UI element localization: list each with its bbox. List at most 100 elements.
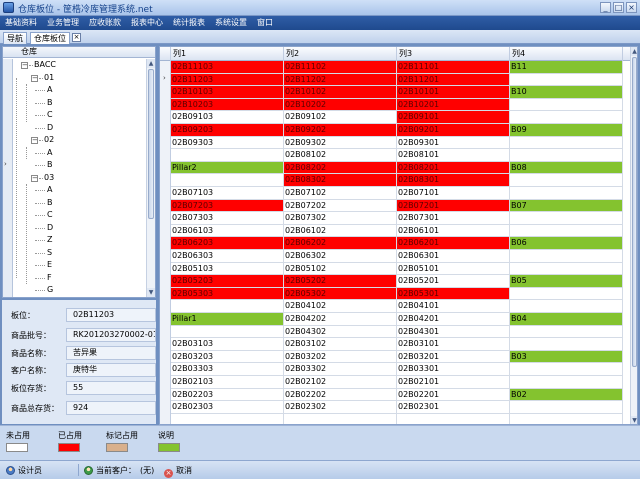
scroll-up-icon[interactable]: ▲ (147, 59, 155, 68)
slot-cell[interactable]: B04 (510, 313, 623, 326)
slot-cell[interactable]: 02B09202 (284, 124, 397, 137)
slot-cell[interactable]: 02B06102 (284, 224, 397, 238)
slot-cell[interactable]: 02B10202 (284, 98, 397, 112)
slot-cell[interactable]: 02B06302 (284, 250, 397, 263)
slot-cell[interactable]: B09 (510, 124, 623, 137)
slot-cell[interactable]: 02B08301 (397, 174, 510, 187)
slot-cell[interactable] (397, 413, 510, 424)
tree-node[interactable]: C (13, 109, 146, 122)
slot-cell[interactable] (510, 73, 623, 87)
slot-cell[interactable] (171, 149, 284, 162)
slot-cell[interactable] (510, 136, 623, 150)
slot-cell[interactable]: 02B06203 (171, 237, 284, 250)
slot-cell[interactable]: B07 (510, 199, 623, 213)
slot-cell[interactable]: 02B09102 (284, 111, 397, 124)
slot-cell[interactable]: 02B02203 (171, 388, 284, 402)
tree-node[interactable]: −02 (13, 134, 146, 147)
slot-cell[interactable]: 02B03203 (171, 350, 284, 364)
slot-cell[interactable]: 02B03301 (397, 363, 510, 376)
grid-scroll-thumb[interactable] (632, 57, 637, 367)
slot-cell[interactable]: 02B05301 (397, 287, 510, 301)
slot-cell[interactable]: 02B05303 (171, 287, 284, 301)
cancel-customer-button[interactable]: × 取消 (164, 465, 192, 478)
slot-cell[interactable]: 02B11201 (397, 73, 510, 87)
slot-cell[interactable] (171, 174, 284, 187)
collapse-icon[interactable]: − (31, 74, 38, 82)
slot-cell[interactable]: 02B07301 (397, 212, 510, 225)
slot-cell[interactable] (284, 413, 397, 424)
menu-item[interactable]: 基础资料 (0, 16, 42, 30)
slot-cell[interactable] (510, 401, 623, 414)
slot-cell[interactable]: 02B08302 (284, 174, 397, 187)
tree-node[interactable]: C (13, 209, 146, 222)
slot-cell[interactable]: Pillar1 (171, 313, 284, 326)
collapse-icon[interactable]: − (31, 137, 38, 144)
slot-cell[interactable] (171, 413, 284, 424)
slot-cell[interactable]: 02B11103 (171, 61, 284, 74)
menu-item[interactable]: 统计报表 (168, 16, 210, 30)
slot-cell[interactable] (510, 338, 623, 351)
slot-cell[interactable]: 02B09302 (284, 136, 397, 150)
column-header[interactable]: 列4 (510, 47, 623, 61)
slot-cell[interactable]: 02B09103 (171, 111, 284, 124)
slot-cell[interactable]: 02B02301 (397, 401, 510, 414)
slot-cell[interactable]: 02B10102 (284, 86, 397, 99)
slot-cell[interactable]: 02B05203 (171, 275, 284, 288)
column-header[interactable]: 列1 (171, 47, 284, 61)
tree-node[interactable]: S (13, 247, 146, 260)
slot-cell[interactable]: 02B03102 (284, 338, 397, 351)
slot-cell[interactable]: 02B07302 (284, 212, 397, 225)
slot-cell[interactable] (510, 250, 623, 263)
slot-cell[interactable]: 02B06101 (397, 224, 510, 238)
slot-cell[interactable]: B11 (510, 61, 623, 74)
slot-cell[interactable]: 02B03303 (171, 363, 284, 376)
slot-cell[interactable]: 02B06303 (171, 250, 284, 263)
slot-cell[interactable]: 02B02302 (284, 401, 397, 414)
close-tab-icon[interactable]: × (72, 33, 81, 42)
slot-cell[interactable]: 02B09203 (171, 124, 284, 137)
slot-cell[interactable]: 02B11202 (284, 73, 397, 87)
slot-cell[interactable]: 02B05102 (284, 262, 397, 276)
slot-cell[interactable]: 02B05101 (397, 262, 510, 276)
slot-cell[interactable]: 02B11203 (171, 73, 284, 87)
slot-cell[interactable] (171, 325, 284, 339)
slot-cell[interactable]: 02B04302 (284, 325, 397, 339)
tree-node[interactable]: B (13, 159, 146, 172)
tree-node[interactable]: A (13, 147, 146, 160)
slot-cell[interactable] (510, 98, 623, 112)
slot-cell[interactable] (510, 287, 623, 301)
slot-cell[interactable]: 02B02101 (397, 376, 510, 389)
slot-cell[interactable]: Pillar2 (171, 161, 284, 175)
slot-cell[interactable]: B08 (510, 161, 623, 175)
tree-node[interactable]: F (13, 272, 146, 285)
tree-node[interactable]: Z (13, 234, 146, 247)
tree-node[interactable]: E (13, 259, 146, 272)
scroll-down-icon[interactable]: ▼ (631, 416, 637, 424)
tree-scroll-thumb[interactable] (148, 69, 154, 219)
menu-item[interactable]: 系统设置 (210, 16, 252, 30)
slot-cell[interactable]: B06 (510, 237, 623, 250)
slot-cell[interactable]: 02B09201 (397, 124, 510, 137)
maximize-button[interactable]: □ (613, 2, 624, 13)
slot-cell[interactable]: 02B07201 (397, 199, 510, 213)
tab-navigation[interactable]: 导航 (3, 32, 27, 44)
slot-cell[interactable]: 02B07103 (171, 187, 284, 200)
slot-cell[interactable]: 02B05201 (397, 275, 510, 288)
slot-cell[interactable]: 02B05202 (284, 275, 397, 288)
grid-scrollbar[interactable]: ▲ ▼ (630, 47, 637, 424)
slot-cell[interactable]: 02B09101 (397, 111, 510, 124)
slot-cell[interactable]: B02 (510, 388, 623, 402)
scroll-down-icon[interactable]: ▼ (147, 288, 155, 297)
slot-cell[interactable]: 02B09303 (171, 136, 284, 150)
slot-cell[interactable]: 02B03101 (397, 338, 510, 351)
slot-cell[interactable]: 02B02303 (171, 401, 284, 414)
slot-cell[interactable] (510, 224, 623, 238)
slot-cell[interactable]: 02B05302 (284, 287, 397, 301)
tree-node[interactable]: −01 (13, 72, 146, 85)
slot-cell[interactable] (510, 376, 623, 389)
tree-node[interactable]: − BACC (13, 59, 146, 72)
tab-warehouse-slots[interactable]: 仓库板位 (30, 32, 70, 44)
slot-cell[interactable]: 02B06201 (397, 237, 510, 250)
menu-item[interactable]: 业务管理 (42, 16, 84, 30)
slot-cell[interactable]: 02B09301 (397, 136, 510, 150)
